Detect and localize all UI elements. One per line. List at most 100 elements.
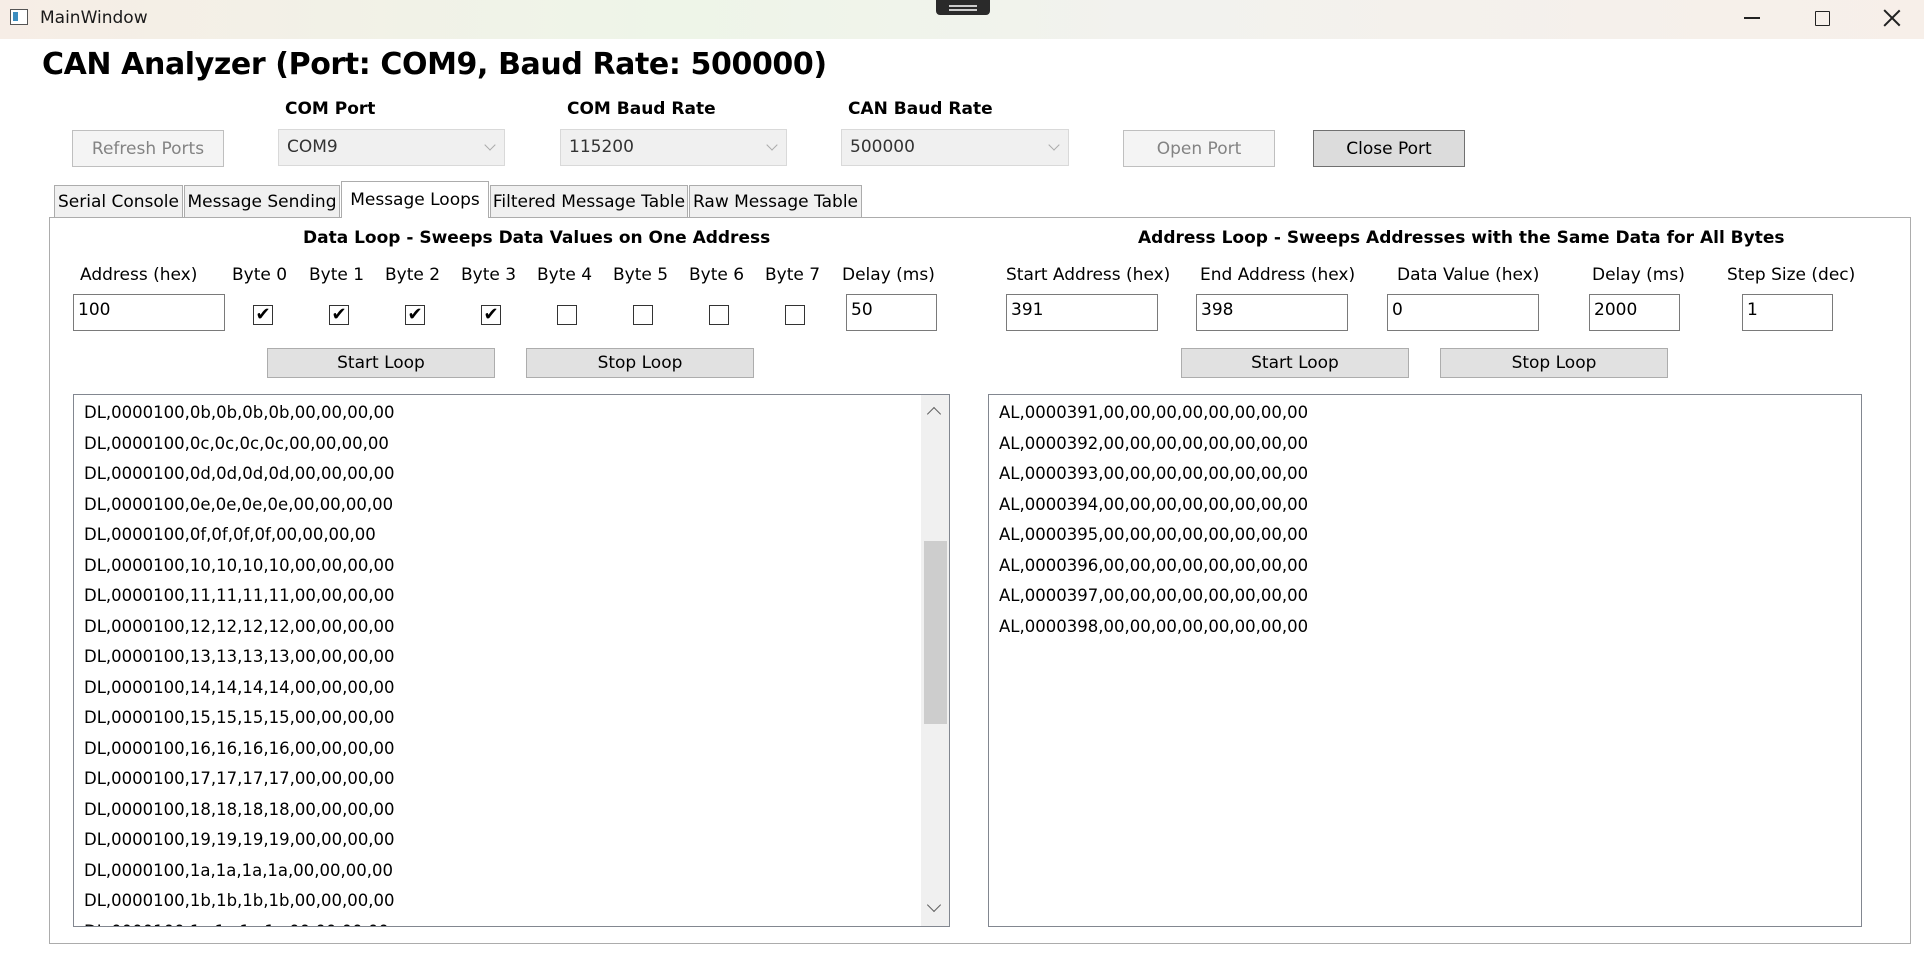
byte-2-label: Byte 2 xyxy=(385,265,441,285)
address-loop-delay-input[interactable]: 2000 xyxy=(1589,294,1680,331)
address-input[interactable]: 100 xyxy=(73,294,225,331)
step-size-input[interactable]: 1 xyxy=(1742,294,1833,331)
data-loop-delay-input[interactable]: 50 xyxy=(846,294,937,331)
checkmark-icon: ✔ xyxy=(483,304,499,325)
log-entry[interactable]: AL,0000397,00,00,00,00,00,00,00,00 xyxy=(989,581,1861,612)
log-entry[interactable]: DL,0000100,1b,1b,1b,1b,00,00,00,00 xyxy=(74,886,949,917)
com-baud-label: COM Baud Rate xyxy=(567,99,716,119)
log-entry[interactable]: AL,0000395,00,00,00,00,00,00,00,00 xyxy=(989,520,1861,551)
log-entry[interactable]: DL,0000100,16,16,16,16,00,00,00,00 xyxy=(74,734,949,765)
com-baud-select[interactable]: 115200 xyxy=(560,129,787,166)
close-port-button[interactable]: Close Port xyxy=(1313,130,1465,167)
can-baud-select[interactable]: 500000 xyxy=(841,129,1069,166)
snap-grip-handle[interactable] xyxy=(936,0,990,15)
log-entry[interactable]: DL,0000100,15,15,15,15,00,00,00,00 xyxy=(74,703,949,734)
tab-message-loops[interactable]: Message Loops xyxy=(341,181,489,218)
tab-serial-console[interactable]: Serial Console xyxy=(54,185,183,217)
log-entry[interactable]: DL,0000100,10,10,10,10,00,00,00,00 xyxy=(74,551,949,582)
chevron-down-icon xyxy=(484,139,496,151)
byte-0-checkbox[interactable]: ✔ xyxy=(253,305,273,325)
title-bar: MainWindow xyxy=(0,0,1924,39)
byte-7-label: Byte 7 xyxy=(765,265,821,285)
log-entry[interactable]: DL,0000100,1a,1a,1a,1a,00,00,00,00 xyxy=(74,856,949,887)
log-entry[interactable]: AL,0000396,00,00,00,00,00,00,00,00 xyxy=(989,551,1861,582)
com-baud-value: 115200 xyxy=(569,137,634,157)
log-entry[interactable]: DL,0000100,0b,0b,0b,0b,00,00,00,00 xyxy=(74,398,949,429)
data-value-label: Data Value (hex) xyxy=(1397,265,1540,285)
can-baud-label: CAN Baud Rate xyxy=(848,99,993,119)
byte-5-label: Byte 5 xyxy=(613,265,669,285)
start-address-label: Start Address (hex) xyxy=(1006,265,1171,285)
log-entry[interactable]: AL,0000398,00,00,00,00,00,00,00,00 xyxy=(989,612,1861,643)
log-entry[interactable]: AL,0000391,00,00,00,00,00,00,00,00 xyxy=(989,398,1861,429)
log-entry[interactable]: DL,0000100,0f,0f,0f,0f,00,00,00,00 xyxy=(74,520,949,551)
tab-filtered-message-table[interactable]: Filtered Message Table xyxy=(490,185,688,217)
byte-3-checkbox[interactable]: ✔ xyxy=(481,305,501,325)
address-loop-start-button[interactable]: Start Loop xyxy=(1181,348,1409,378)
log-entry[interactable]: DL,0000100,12,12,12,12,00,00,00,00 xyxy=(74,612,949,643)
end-address-label: End Address (hex) xyxy=(1200,265,1356,285)
close-icon xyxy=(1883,9,1901,27)
end-address-input[interactable]: 398 xyxy=(1196,294,1348,331)
log-entry[interactable]: DL,0000100,13,13,13,13,00,00,00,00 xyxy=(74,642,949,673)
data-loop-delay-label: Delay (ms) xyxy=(842,265,935,285)
log-entry[interactable]: DL,0000100,17,17,17,17,00,00,00,00 xyxy=(74,764,949,795)
log-entry[interactable]: DL,0000100,11,11,11,11,00,00,00,00 xyxy=(74,581,949,612)
page-title: CAN Analyzer (Port: COM9, Baud Rate: 500… xyxy=(42,47,827,82)
app-icon xyxy=(10,9,28,25)
minimize-icon xyxy=(1744,17,1760,19)
log-entry[interactable]: DL,0000100,0c,0c,0c,0c,00,00,00,00 xyxy=(74,429,949,460)
scroll-down-icon[interactable] xyxy=(926,897,942,913)
checkmark-icon: ✔ xyxy=(331,304,347,325)
scroll-up-icon[interactable] xyxy=(926,406,942,422)
refresh-ports-button[interactable]: Refresh Ports xyxy=(72,130,224,167)
data-value-input[interactable]: 0 xyxy=(1387,294,1539,331)
log-entry[interactable]: DL,0000100,14,14,14,14,00,00,00,00 xyxy=(74,673,949,704)
log-entry[interactable]: DL,0000100,0e,0e,0e,0e,00,00,00,00 xyxy=(74,490,949,521)
data-loop-scrollbar[interactable] xyxy=(921,395,949,926)
chevron-down-icon xyxy=(766,139,778,151)
address-label: Address (hex) xyxy=(80,265,198,285)
tab-raw-message-table[interactable]: Raw Message Table xyxy=(689,185,862,217)
scrollbar-thumb[interactable] xyxy=(924,541,947,724)
log-entry[interactable]: DL,0000100,1c,1c,1c,1c,00,00,00,00 xyxy=(74,917,949,927)
com-port-select[interactable]: COM9 xyxy=(278,129,505,166)
data-loop-stop-button[interactable]: Stop Loop xyxy=(526,348,754,378)
window-title: MainWindow xyxy=(40,8,148,28)
tab-message-sending[interactable]: Message Sending xyxy=(184,185,340,217)
data-loop-log[interactable]: DL,0000100,0b,0b,0b,0b,00,00,00,00 DL,000… xyxy=(73,394,950,927)
start-address-input[interactable]: 391 xyxy=(1006,294,1158,331)
byte-6-checkbox[interactable] xyxy=(709,305,729,325)
byte-4-checkbox[interactable] xyxy=(557,305,577,325)
log-entry[interactable]: AL,0000393,00,00,00,00,00,00,00,00 xyxy=(989,459,1861,490)
log-entry[interactable]: DL,0000100,19,19,19,19,00,00,00,00 xyxy=(74,825,949,856)
byte-1-label: Byte 1 xyxy=(309,265,365,285)
log-entry[interactable]: AL,0000392,00,00,00,00,00,00,00,00 xyxy=(989,429,1861,460)
maximize-button[interactable] xyxy=(1788,0,1856,36)
checkmark-icon: ✔ xyxy=(255,304,271,325)
close-window-button[interactable] xyxy=(1858,0,1924,36)
address-loop-stop-button[interactable]: Stop Loop xyxy=(1440,348,1668,378)
data-loop-start-button[interactable]: Start Loop xyxy=(267,348,495,378)
log-entry[interactable]: DL,0000100,0d,0d,0d,0d,00,00,00,00 xyxy=(74,459,949,490)
checkmark-icon: ✔ xyxy=(407,304,423,325)
byte-2-checkbox[interactable]: ✔ xyxy=(405,305,425,325)
maximize-icon xyxy=(1814,10,1830,26)
byte-4-label: Byte 4 xyxy=(537,265,593,285)
byte-3-label: Byte 3 xyxy=(461,265,517,285)
byte-6-label: Byte 6 xyxy=(689,265,745,285)
byte-1-checkbox[interactable]: ✔ xyxy=(329,305,349,325)
address-loop-title: Address Loop - Sweeps Addresses with the… xyxy=(1138,228,1785,248)
com-port-label: COM Port xyxy=(285,99,376,119)
log-entry[interactable]: DL,0000100,18,18,18,18,00,00,00,00 xyxy=(74,795,949,826)
open-port-button[interactable]: Open Port xyxy=(1123,130,1275,167)
log-entry[interactable]: AL,0000394,00,00,00,00,00,00,00,00 xyxy=(989,490,1861,521)
minimize-button[interactable] xyxy=(1718,0,1786,36)
byte-5-checkbox[interactable] xyxy=(633,305,653,325)
address-loop-log[interactable]: AL,0000391,00,00,00,00,00,00,00,00 AL,000… xyxy=(988,394,1862,927)
byte-7-checkbox[interactable] xyxy=(785,305,805,325)
address-loop-delay-label: Delay (ms) xyxy=(1592,265,1685,285)
com-port-value: COM9 xyxy=(287,137,338,157)
can-baud-value: 500000 xyxy=(850,137,915,157)
step-size-label: Step Size (dec) xyxy=(1727,265,1856,285)
